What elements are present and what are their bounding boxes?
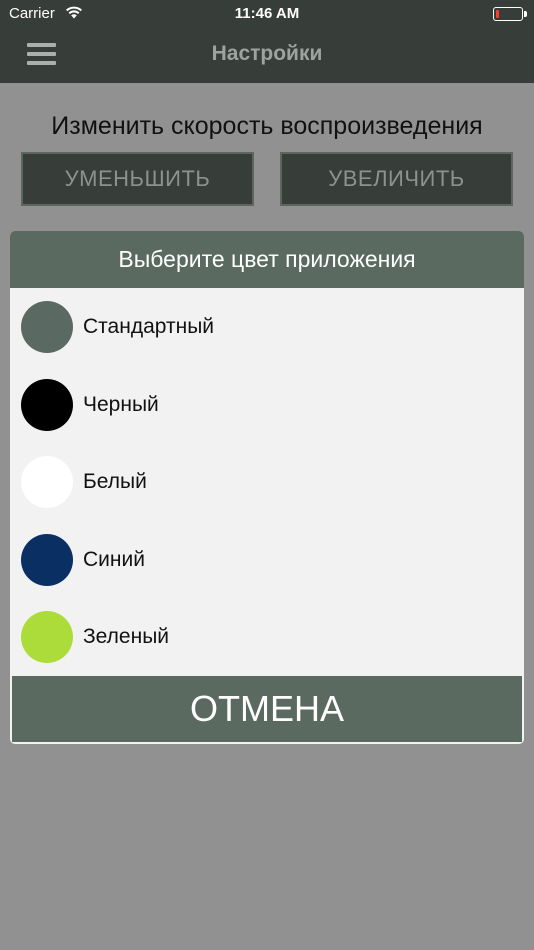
color-swatch (21, 533, 73, 586)
color-option-label: Синий (83, 547, 145, 571)
page-title: Настройки (211, 42, 323, 65)
top-bar: Carrier 11:46 AM Настройки (0, 0, 534, 83)
dialog-title: Выберите цвет приложения (10, 231, 524, 288)
color-option-black[interactable]: Черный (10, 366, 524, 444)
color-swatch (21, 301, 73, 353)
color-option-label: Зеленый (83, 625, 170, 648)
status-bar: Carrier 11:46 AM (0, 0, 534, 28)
color-option-standard[interactable]: Стандартный (10, 288, 524, 366)
status-time: 11:46 AM (234, 5, 300, 22)
color-option-white[interactable]: Белый (10, 443, 524, 521)
color-option-label: Черный (83, 392, 159, 416)
color-option-blue[interactable]: Синий (10, 521, 524, 599)
battery-level-fill (496, 10, 499, 18)
color-swatch (21, 611, 73, 663)
color-option-label: Белый (83, 470, 147, 493)
color-picker-dialog: Выберите цвет приложения Стандартный Чер… (10, 231, 524, 744)
battery-icon (493, 7, 527, 21)
color-option-label: Стандартный (83, 315, 215, 338)
decrease-speed-button[interactable]: УМЕНЬШИТЬ (21, 152, 254, 206)
cancel-button[interactable]: ОТМЕНА (12, 676, 522, 742)
color-option-green[interactable]: Зеленый (10, 598, 524, 676)
color-swatch (21, 378, 73, 431)
color-options-list: Стандартный Черный Белый Синий Зеленый (10, 288, 524, 676)
color-swatch (21, 456, 73, 508)
speed-section-title: Изменить скорость воспроизведения (51, 112, 483, 140)
increase-speed-button[interactable]: УВЕЛИЧИТЬ (280, 152, 513, 206)
